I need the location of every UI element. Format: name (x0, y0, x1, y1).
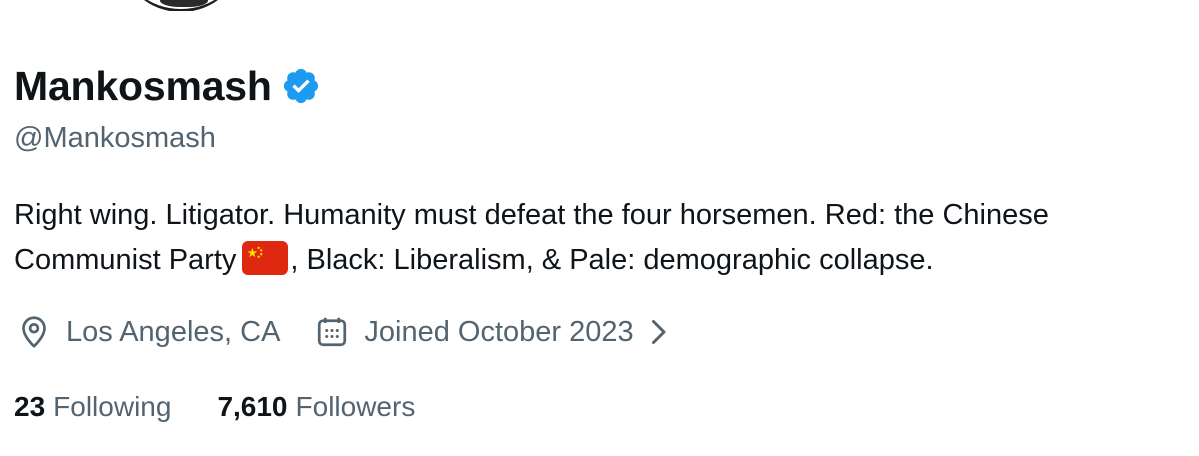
followers-label: Followers (295, 391, 416, 422)
location-pin-icon (16, 314, 52, 350)
profile-bio: Right wing. Litigator. Humanity must def… (14, 193, 1194, 283)
avatar[interactable] (122, 0, 240, 11)
location-text: Los Angeles, CA (66, 315, 281, 348)
verified-badge-icon[interactable] (281, 66, 321, 106)
follow-stats: 23 Following 7,610 Followers (14, 386, 415, 428)
joined-item[interactable]: Joined October 2023 (314, 314, 669, 350)
display-name: Mankosmash (14, 63, 272, 109)
profile-handle: @Mankosmash (14, 122, 216, 154)
flag-china-icon (242, 241, 289, 275)
following-link[interactable]: 23 Following (14, 391, 171, 423)
following-count: 23 (14, 391, 46, 422)
location-item: Los Angeles, CA (16, 314, 280, 350)
calendar-icon (314, 314, 350, 350)
followers-link[interactable]: 7,610 Followers (217, 391, 415, 423)
joined-text: Joined October 2023 (364, 315, 634, 348)
followers-count: 7,610 (217, 391, 288, 422)
following-label: Following (53, 391, 172, 422)
bio-text-part2: , Black: Liberalism, & Pale: demographic… (290, 244, 934, 276)
profile-name-row: Mankosmash (14, 58, 321, 114)
profile-meta: Los Angeles, CA Joined October 2023 (16, 310, 670, 354)
chevron-right-icon[interactable] (646, 317, 670, 347)
